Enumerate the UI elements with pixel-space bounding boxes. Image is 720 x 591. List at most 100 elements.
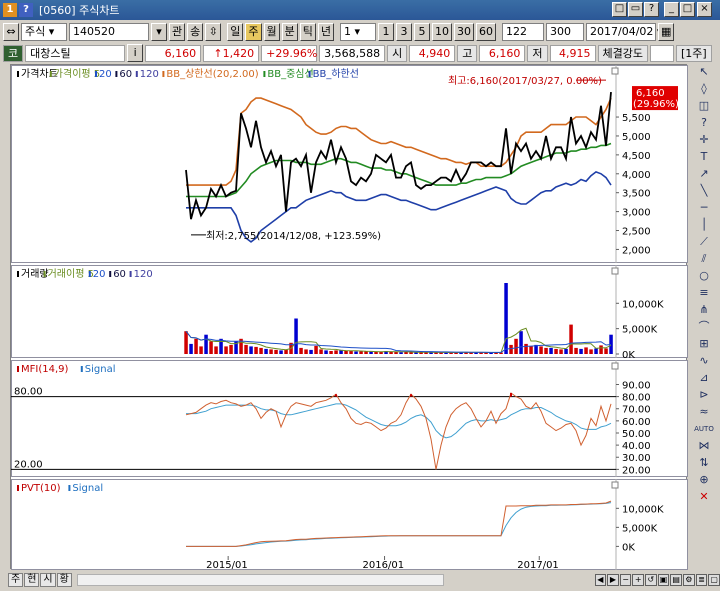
quick-10[interactable]: 10 [432, 23, 452, 41]
max-note: 최고:6,160(2017/03/27, 0.00%) [448, 75, 602, 87]
help-icon[interactable]: ? [19, 3, 33, 17]
quick-60[interactable]: 60 [476, 23, 496, 41]
volume-bar [604, 348, 608, 354]
fan-icon[interactable]: ⋔ [694, 302, 714, 318]
updown-icon[interactable]: ⇅ [694, 455, 714, 471]
max-input[interactable]: 300 [546, 23, 584, 41]
text-icon[interactable]: T [694, 149, 714, 165]
scroll-right-icon[interactable]: ▶ [607, 574, 619, 586]
arrow-icon[interactable]: ↗ [694, 166, 714, 182]
trend-icon[interactable]: ⟋ [694, 234, 714, 250]
eraser-icon[interactable]: ◊ [694, 81, 714, 97]
maximize-icon[interactable]: □ [680, 2, 695, 17]
zoom-icon[interactable]: ⊕ [694, 472, 714, 488]
minimize-all-icon[interactable]: ▭ [628, 2, 643, 17]
gann-icon[interactable]: ⊞ [694, 336, 714, 352]
period-tick[interactable]: 틱 [299, 23, 316, 41]
nav-arrows-icon[interactable]: ⇔ [3, 23, 19, 41]
auto-icon[interactable]: AUTO [694, 421, 714, 437]
chart-area[interactable]: 가격차트 가격이평 5 20 60 120 BB_상한선(20,2.00) BB_중심선 BB… [10, 64, 688, 570]
question-tool-icon[interactable]: ? [694, 115, 714, 131]
quick-3[interactable]: 3 [396, 23, 412, 41]
btn-watch[interactable]: 관 [169, 23, 186, 41]
legend-item: 가격차트 [21, 67, 58, 80]
line-icon[interactable]: ╲ [694, 183, 714, 199]
legend-item: 120 [140, 69, 159, 80]
code-input[interactable]: 140520 [69, 23, 149, 41]
cursor-icon[interactable]: ↖ [694, 64, 714, 80]
legend-item: 가격이평 5 [54, 67, 100, 80]
ratio-icon[interactable]: ⊿ [694, 370, 714, 386]
price-box-pct: (29.96%) [633, 99, 679, 110]
speed-icon[interactable]: ⊳ [694, 387, 714, 403]
volume-bar [309, 349, 313, 354]
scroll-left-icon[interactable]: ◀ [594, 574, 607, 586]
quick-5[interactable]: 5 [414, 23, 430, 41]
y-tick-label: 70.00 [622, 405, 651, 416]
volume-bar [299, 347, 303, 354]
volume-bar [599, 345, 603, 354]
info-button[interactable]: i [127, 44, 144, 62]
period-minute[interactable]: 분 [281, 23, 298, 41]
legend-item: Signal [85, 364, 116, 375]
quick-1[interactable]: 1 [378, 23, 394, 41]
period-week[interactable]: 주 [245, 23, 262, 41]
hline-icon[interactable]: ─ [694, 200, 714, 216]
window-icon[interactable]: ▢ [708, 574, 720, 586]
wave-icon[interactable]: ≈ [694, 404, 714, 420]
high-value: 6,160 [479, 44, 526, 62]
delete-icon[interactable]: ✕ [694, 489, 714, 505]
restore-icon[interactable]: □ [612, 2, 627, 17]
tab-si[interactable]: 시 [40, 573, 56, 587]
date-input[interactable]: 2017/04/02 ▾ [586, 23, 662, 41]
panel-close-icon [611, 267, 619, 275]
save-icon[interactable]: ▣ [657, 574, 670, 586]
y-tick-label: 10,000K [622, 299, 664, 310]
count-input[interactable]: 122 [502, 23, 544, 41]
volume-bar [554, 348, 558, 354]
pattern-icon[interactable]: ⋈ [694, 438, 714, 454]
question-icon[interactable]: ? [644, 2, 659, 17]
period-day[interactable]: 일 [227, 23, 244, 41]
legend-swatch [17, 366, 19, 372]
search-icon[interactable]: ▾ [151, 23, 167, 41]
quick-30[interactable]: 30 [454, 23, 474, 41]
arc-icon[interactable]: ⌒ [694, 319, 714, 335]
period-year[interactable]: 년 [317, 23, 334, 41]
fibo-icon[interactable]: ≡ [694, 285, 714, 301]
crosshair-icon[interactable]: ✛ [694, 132, 714, 148]
tab-hyeon[interactable]: 현 [24, 573, 40, 587]
volume-bar [204, 334, 208, 354]
horizontal-scrollbar[interactable] [76, 574, 444, 586]
market-select[interactable]: 주식 ▾ [21, 23, 67, 41]
y-tick-label: 40.00 [622, 441, 651, 452]
period-month[interactable]: 월 [263, 23, 280, 41]
interval-select[interactable]: 1 ▾ [340, 23, 376, 41]
vline-icon[interactable]: │ [694, 217, 714, 233]
stock-name: 대창스틸 [25, 44, 126, 62]
volume-bar [284, 349, 288, 354]
magnet-icon[interactable]: ◫ [694, 98, 714, 114]
grid-icon[interactable]: ▦ [658, 23, 675, 41]
legend-swatch [115, 71, 118, 77]
reset-icon[interactable]: ↺ [645, 574, 657, 586]
btn-send[interactable]: 송 [187, 23, 204, 41]
channel-icon[interactable]: ⫽ [694, 251, 714, 267]
toolbar: ⇔ 주식 ▾ 140520 ▾ 관 송 ⇳ 일 주 월 분 틱 년 1 ▾ 1 … [0, 21, 720, 43]
volume-bar [224, 346, 228, 354]
minimize-icon[interactable]: _ [664, 2, 679, 17]
zoom-in-icon[interactable]: + [632, 574, 645, 586]
legend-item: BB_중심선 [267, 68, 313, 80]
list-icon[interactable]: ≣ [695, 574, 708, 586]
circle-icon[interactable]: ○ [694, 268, 714, 284]
tab-ju[interactable]: 주 [8, 573, 24, 587]
settings-icon[interactable]: ⚙ [683, 574, 695, 586]
tab-hwang[interactable]: 황 [56, 573, 72, 587]
print-icon[interactable]: ▤ [670, 574, 682, 586]
chart-svg[interactable]: 가격차트가격이평 520 60 120 BB_상한선(20,2.00) BB_중심선BB… [11, 65, 688, 570]
spin-icon[interactable]: ⇳ [205, 23, 222, 41]
volume-bar [194, 338, 198, 354]
zoom-out-icon[interactable]: − [619, 574, 632, 586]
cycle-icon[interactable]: ∿ [694, 353, 714, 369]
close-icon[interactable]: × [697, 2, 712, 17]
